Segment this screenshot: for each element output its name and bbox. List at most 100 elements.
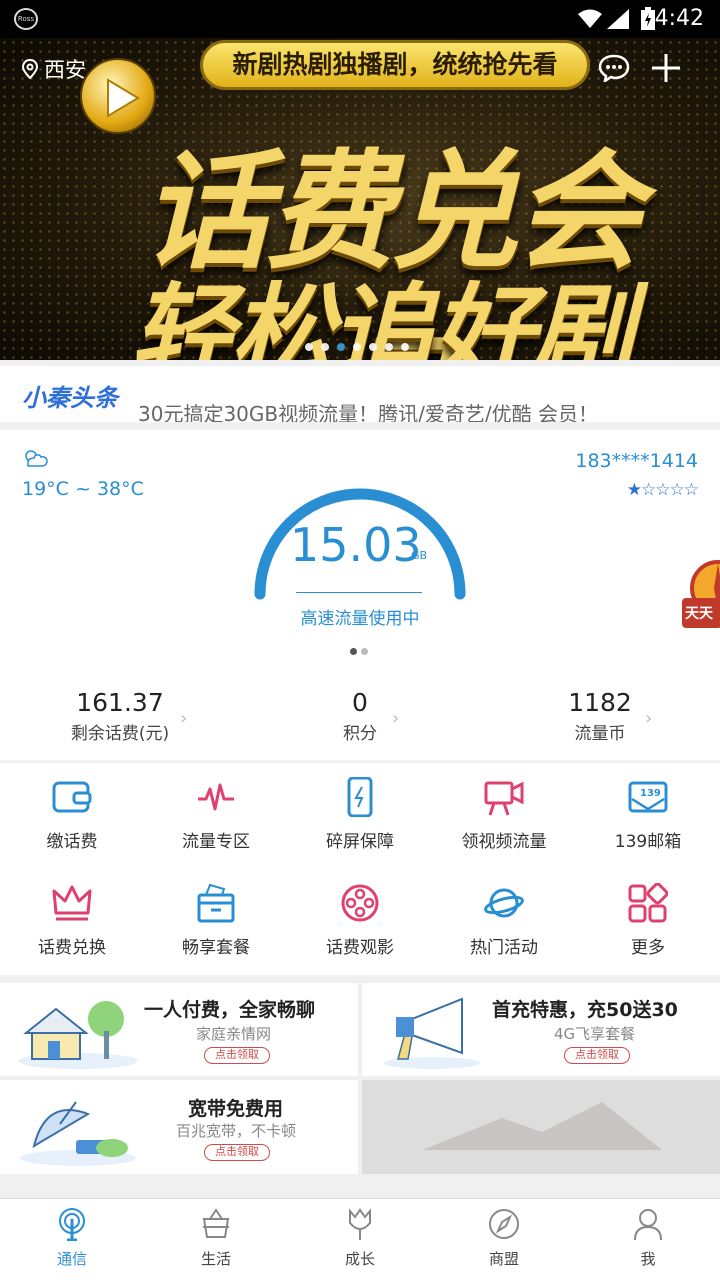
promo-claim-button[interactable]: 点击领取 (204, 1047, 270, 1064)
banner-dot[interactable] (337, 343, 345, 351)
user-icon (634, 1209, 662, 1241)
service-recharge[interactable]: 缴话费 (0, 777, 144, 852)
float-badge-text: 天天 (685, 606, 714, 622)
flow-coins-stat[interactable]: 1182 流量币 (510, 688, 690, 744)
megaphone-illustration-icon (384, 997, 480, 1069)
compass-icon (489, 1209, 519, 1239)
star-rating: ★☆☆☆☆ (626, 480, 699, 500)
banner-dot[interactable] (321, 343, 329, 351)
points-value: 0 (352, 688, 368, 717)
tab-growth[interactable]: 成长 (288, 1207, 432, 1269)
bottom-tab-bar: 通信 生活 成长 商盟 我 (0, 1198, 720, 1280)
service-screen-protect[interactable]: 碎屏保障 (288, 777, 432, 852)
mail-badge-text: 139 (640, 788, 661, 799)
basket-icon (202, 1208, 230, 1238)
more-grid-icon (628, 883, 668, 923)
service-label: 畅享套餐 (182, 938, 250, 958)
tulip-icon (349, 1208, 371, 1240)
data-remaining-value: 15.03 (290, 518, 422, 572)
service-139-mail[interactable]: 139 139邮箱 (576, 777, 720, 852)
wifi-icon (578, 9, 602, 28)
chevron-right-icon: › (180, 708, 188, 729)
account-panel: 19°C ~ 38°C 183****1414 ★☆☆☆☆ 15.03 GB 高… (0, 430, 720, 760)
status-bar: Ross 4:42 (0, 0, 720, 38)
service-label: 碎屏保障 (326, 832, 394, 852)
promo-subtitle: 家庭亲情网 (196, 1025, 272, 1043)
service-hot-events[interactable]: 热门活动 (432, 883, 576, 958)
service-more[interactable]: 更多 (576, 883, 720, 958)
points-label: 积分 (343, 724, 377, 744)
points-stat[interactable]: 0 积分 (270, 688, 450, 744)
service-exchange[interactable]: 话费兑换 (0, 883, 144, 958)
service-label: 领视频流量 (461, 832, 547, 852)
mail-139-icon: 139 (628, 781, 668, 813)
wallet-icon (52, 781, 92, 813)
banner-dot[interactable] (353, 343, 361, 351)
daily-lottery-float-icon[interactable]: 天天 (682, 560, 720, 634)
video-camera-icon (484, 781, 524, 816)
service-label: 热门活动 (470, 938, 538, 958)
news-logo: 小秦头条 (22, 384, 118, 412)
add-icon[interactable] (650, 52, 682, 84)
service-label: 缴话费 (46, 832, 98, 852)
tab-label: 成长 (344, 1250, 375, 1268)
service-video-data[interactable]: 领视频流量 (432, 777, 576, 852)
message-icon[interactable] (598, 54, 630, 82)
crown-icon (52, 885, 92, 921)
chevron-right-icon: › (645, 708, 653, 729)
service-movies[interactable]: 话费观影 (288, 883, 432, 958)
service-label: 流量专区 (182, 832, 250, 852)
cell-signal-icon (607, 9, 629, 29)
flow-coins-label: 流量币 (574, 724, 626, 744)
promo-family-network[interactable]: 一人付费，全家畅聊 家庭亲情网 点击领取 (0, 983, 358, 1076)
signal-tower-icon (59, 1208, 85, 1242)
battery-icon (641, 7, 655, 30)
tab-label: 商盟 (488, 1250, 519, 1268)
clock: 4:42 (654, 6, 704, 31)
news-headline[interactable]: 30元搞定30GB视频流量！腾讯/爱奇艺/优酷 会员！ (138, 398, 598, 422)
flow-coins-value: 1182 (568, 688, 632, 717)
promo-claim-button[interactable]: 点击领取 (564, 1047, 630, 1064)
tab-label: 通信 (56, 1250, 87, 1268)
promo-claim-button[interactable]: 点击领取 (204, 1144, 270, 1161)
promo-broadband[interactable]: 宽带免费用 百兆宽带，不卡顿 点击领取 (0, 1080, 358, 1174)
banner-dot[interactable] (401, 343, 409, 351)
tab-communication[interactable]: 通信 (0, 1207, 144, 1269)
data-status-label: 高速流量使用中 (300, 609, 420, 629)
banner-dot[interactable] (369, 343, 377, 351)
film-reel-icon (341, 884, 379, 922)
news-ticker[interactable]: 小秦头条 30元搞定30GB视频流量！腾讯/爱奇艺/优酷 会员！ (0, 366, 720, 422)
tab-merchants[interactable]: 商盟 (432, 1207, 576, 1269)
city-selector[interactable]: 西安 (22, 54, 86, 84)
app-notification-icon: Ross (14, 8, 38, 30)
tab-label: 生活 (200, 1250, 231, 1268)
service-data-zone[interactable]: 流量专区 (144, 777, 288, 852)
service-plans[interactable]: 畅享套餐 (144, 883, 288, 958)
planet-icon (484, 888, 524, 918)
services-grid: 缴话费 流量专区 碎屏保障 领视频流量 139 139邮箱 话费兑换 畅享套餐 … (0, 763, 720, 975)
promo-title: 首充特惠，充50送30 (492, 999, 678, 1021)
temperature-range: 19°C ~ 38°C (22, 478, 144, 500)
chevron-right-icon: › (392, 708, 400, 729)
promo-banner[interactable]: 新剧热剧独播剧，统统抢先看 话费兑会员 轻松追好剧 西安 (0, 38, 720, 360)
banner-dot[interactable] (305, 343, 313, 351)
box-icon (197, 883, 235, 923)
data-unit: GB (411, 549, 428, 562)
banner-pagination (305, 343, 409, 351)
promo-first-recharge[interactable]: 首充特惠，充50送30 4G飞享套餐 点击领取 (362, 983, 720, 1076)
tab-life[interactable]: 生活 (144, 1207, 288, 1269)
service-label: 更多 (631, 938, 665, 958)
city-name: 西安 (44, 58, 86, 82)
phone-number[interactable]: 183****1414 (575, 450, 698, 472)
service-label: 话费观影 (326, 938, 394, 958)
panel-pagination (350, 648, 368, 655)
promo-subtitle: 4G飞享套餐 (554, 1025, 636, 1043)
promo-subtitle: 百兆宽带，不卡顿 (176, 1122, 297, 1140)
pulse-icon (198, 783, 234, 811)
promo-title: 宽带免费用 (188, 1098, 284, 1120)
tab-me[interactable]: 我 (576, 1207, 720, 1269)
banner-dot[interactable] (385, 343, 393, 351)
cloud-icon (25, 450, 48, 467)
promo-image-placeholder[interactable] (362, 1080, 720, 1174)
house-illustration-icon (18, 1001, 138, 1069)
